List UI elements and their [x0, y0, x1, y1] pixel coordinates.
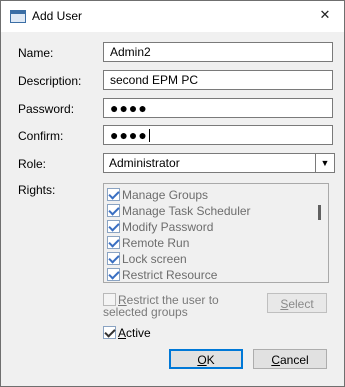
right-label: Lock screen — [122, 252, 187, 266]
name-label: Name: — [18, 46, 54, 60]
checkbox[interactable] — [103, 326, 116, 339]
chevron-down-icon[interactable]: ▼ — [315, 154, 334, 172]
password-label: Password: — [18, 102, 75, 116]
role-select[interactable]: Administrator ▼ — [103, 153, 335, 173]
list-item[interactable]: Lock screen — [107, 251, 187, 267]
cancel-mnemonic: C — [271, 353, 280, 367]
right-label: Restrict Resource — [122, 268, 218, 282]
checkbox[interactable] — [107, 188, 120, 201]
scrollbar[interactable] — [311, 184, 328, 282]
text-caret — [148, 129, 150, 142]
password-field[interactable]: ●●●● — [103, 98, 333, 118]
cancel-label: ancel — [279, 353, 309, 367]
role-value: Administrator — [109, 156, 180, 170]
checkbox[interactable] — [107, 268, 120, 281]
select-label: elect — [288, 297, 314, 311]
restrict-groups-checkbox[interactable]: Restrict the user to selected groups — [103, 293, 263, 318]
checkbox[interactable] — [107, 220, 120, 233]
window-title: Add User — [32, 9, 83, 23]
checkbox[interactable] — [103, 293, 116, 306]
checkbox[interactable] — [107, 204, 120, 217]
cancel-button[interactable]: Cancel — [253, 349, 327, 369]
description-field[interactable]: second EPM PC — [103, 70, 333, 90]
scroll-thumb[interactable] — [318, 205, 321, 220]
confirm-field[interactable]: ●●●● — [103, 125, 333, 145]
dialog-body: Name: Admin2 Description: second EPM PC … — [8, 32, 337, 378]
close-icon[interactable]: ✕ — [312, 4, 338, 26]
ok-label: K — [206, 353, 215, 367]
checkbox[interactable] — [107, 252, 120, 265]
window-icon — [10, 10, 26, 23]
add-user-dialog: Add User ✕ Name: Admin2 Description: sec… — [0, 0, 345, 387]
title-bar: Add User ✕ — [1, 1, 344, 32]
active-mnemonic: A — [118, 326, 127, 340]
right-label: Manage Groups — [122, 188, 209, 202]
confirm-label: Confirm: — [18, 129, 64, 143]
confirm-value: ●●●● — [110, 127, 148, 143]
rights-label: Rights: — [18, 183, 56, 197]
rights-list[interactable]: Manage Groups Manage Task Scheduler Modi… — [103, 183, 329, 283]
description-label: Description: — [18, 74, 82, 88]
checkbox[interactable] — [107, 236, 120, 249]
name-field[interactable]: Admin2 — [103, 42, 333, 62]
list-item[interactable]: Manage Groups — [107, 187, 208, 203]
list-item[interactable]: Manage Task Scheduler — [107, 203, 251, 219]
ok-button[interactable]: OK — [169, 349, 243, 369]
list-item[interactable]: Restrict Resource — [107, 267, 218, 282]
select-button[interactable]: Select — [267, 293, 327, 313]
list-item[interactable]: Remote Run — [107, 235, 189, 251]
ok-mnemonic: O — [197, 353, 207, 367]
active-checkbox[interactable]: Active — [103, 326, 263, 339]
role-label: Role: — [18, 157, 47, 171]
right-label: Modify Password — [122, 220, 214, 234]
right-label: Manage Task Scheduler — [122, 204, 251, 218]
right-label: Remote Run — [122, 236, 190, 250]
list-item[interactable]: Modify Password — [107, 219, 213, 235]
active-label: ctive — [126, 326, 151, 340]
